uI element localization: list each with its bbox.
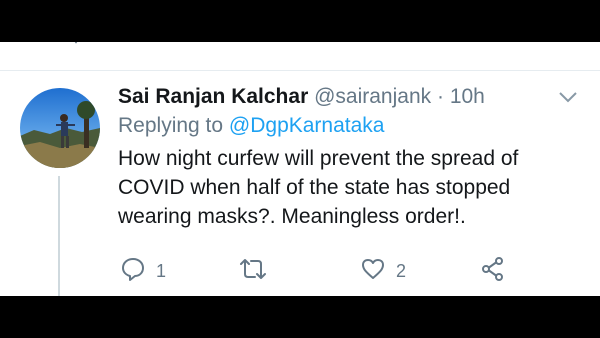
previous-retweet-icon[interactable]: [212, 42, 242, 57]
tweet-header: Sai Ranjan Kalchar @sairanjank · 10h: [118, 83, 580, 111]
chevron-down-icon[interactable]: [558, 90, 578, 109]
like-count: 2: [396, 261, 407, 281]
avatar[interactable]: [20, 88, 100, 168]
reply-count: 1: [156, 261, 167, 281]
reply-icon: [120, 256, 146, 287]
tweet-content: Sai Ranjan Kalchar @sairanjank · 10h Rep…: [118, 83, 580, 231]
author-name[interactable]: Sai Ranjan Kalchar: [118, 85, 308, 108]
tweet-frame: Sai Ranjan Kalchar @sairanjank · 10h Rep…: [0, 42, 600, 296]
retweet-button[interactable]: [238, 256, 268, 287]
header-separator: ·: [436, 85, 444, 108]
like-button[interactable]: 2: [360, 256, 406, 287]
tweet-timestamp[interactable]: 10h: [450, 85, 485, 108]
previous-reply-icon[interactable]: [66, 42, 86, 57]
replying-to-label: Replying to: [118, 114, 224, 137]
previous-like-icon[interactable]: [362, 42, 382, 57]
share-button[interactable]: [480, 256, 506, 287]
heart-icon: [360, 256, 386, 287]
replying-to-line: Replying to @DgpKarnataka: [118, 112, 580, 140]
author-handle[interactable]: @sairanjank: [314, 85, 431, 108]
tweet-divider: [0, 70, 600, 71]
previous-share-icon[interactable]: [524, 42, 544, 57]
replying-to-mention[interactable]: @DgpKarnataka: [229, 114, 385, 137]
reply-button[interactable]: 1: [120, 256, 166, 287]
tweet-text: How night curfew will prevent the spread…: [118, 147, 519, 228]
previous-tweet-actions: [0, 42, 600, 52]
share-icon: [480, 256, 506, 287]
retweet-icon: [238, 256, 268, 287]
tweet-actions: 1 2: [0, 256, 600, 284]
